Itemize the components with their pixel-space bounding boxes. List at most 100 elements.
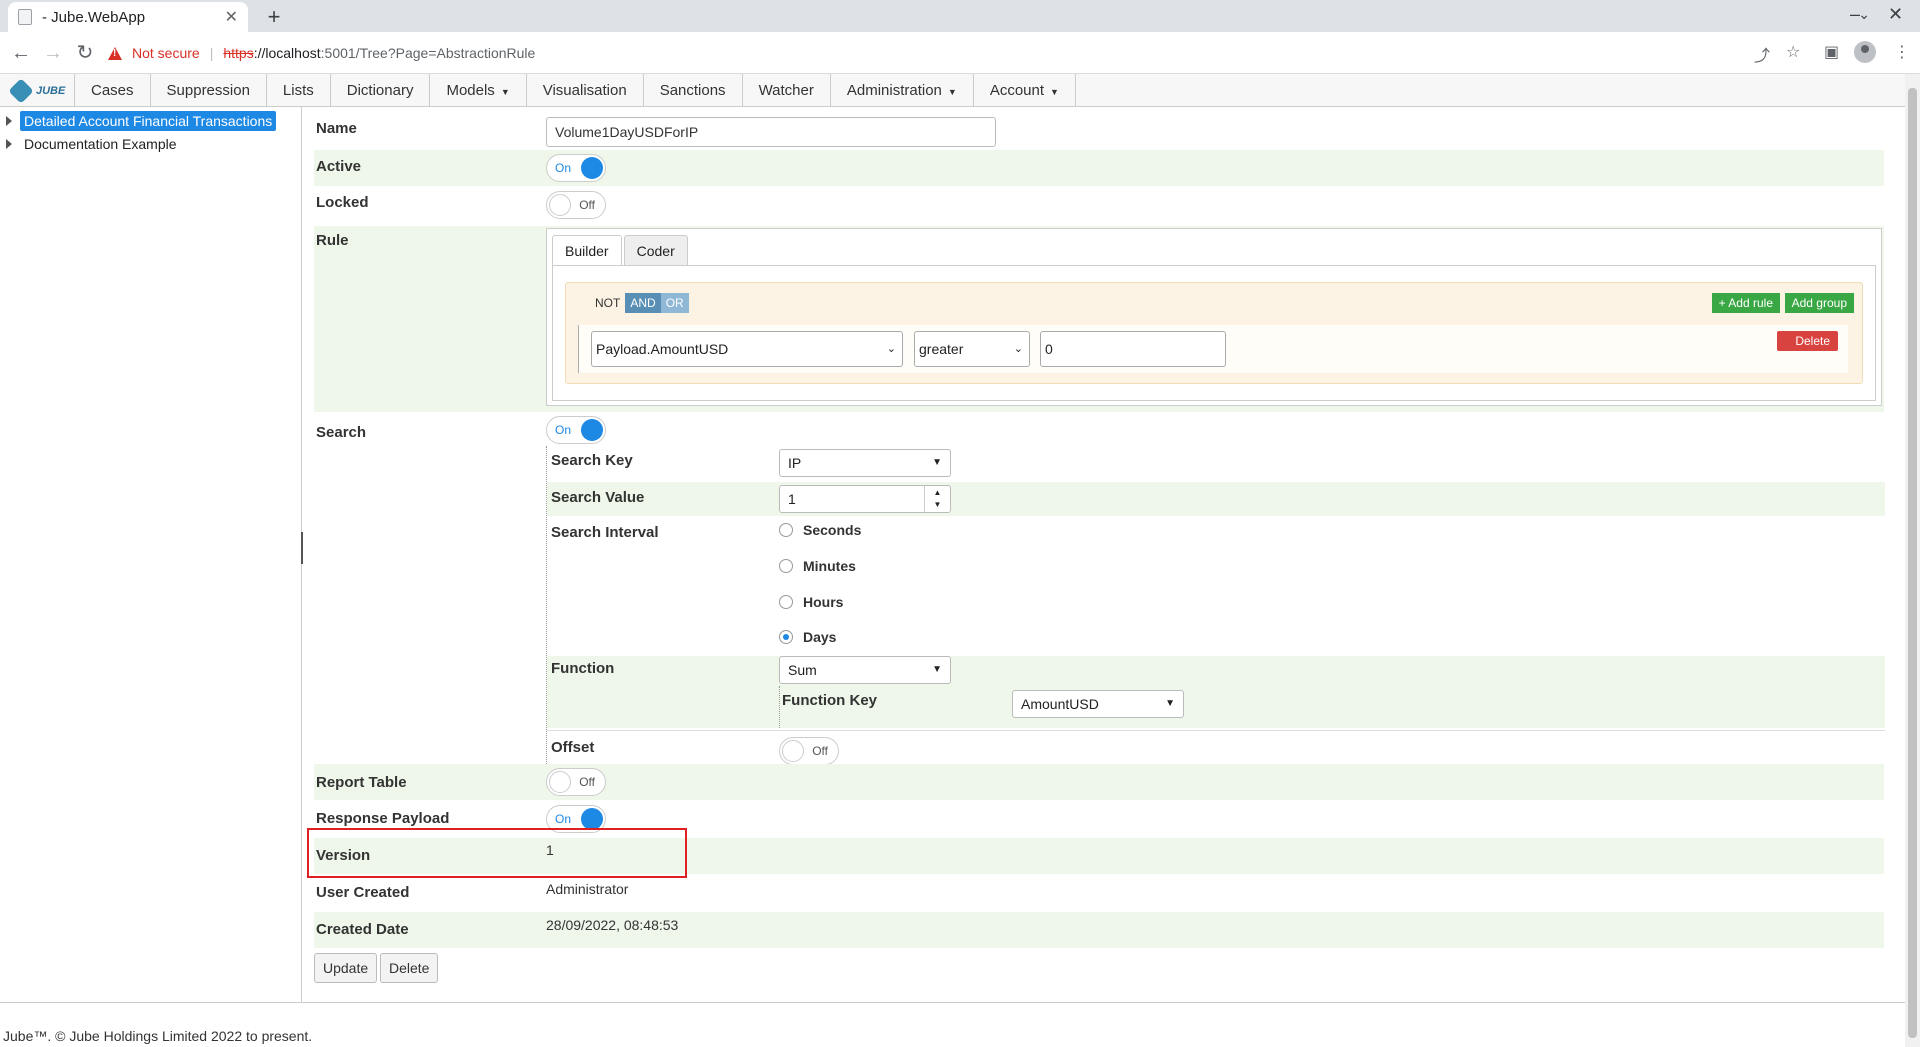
interval-minutes[interactable]: Minutes bbox=[779, 558, 856, 574]
expand-arrow-icon[interactable] bbox=[6, 139, 12, 149]
operator-select[interactable]: greater ⌄ bbox=[914, 331, 1030, 367]
radio-button[interactable] bbox=[779, 559, 793, 573]
nav-sanctions[interactable]: Sanctions bbox=[644, 74, 743, 107]
share-icon[interactable]: ⤴ bbox=[1754, 42, 1770, 66]
radio-label: Minutes bbox=[803, 558, 856, 574]
add-group-button[interactable]: Add group bbox=[1784, 293, 1854, 313]
nav-administration[interactable]: Administration ▼ bbox=[831, 74, 974, 107]
minimize-icon[interactable]: – bbox=[1850, 4, 1860, 25]
new-tab-button[interactable]: + bbox=[260, 4, 288, 30]
address-bar[interactable]: Not secure | https ://localhost :5001/Tr… bbox=[108, 37, 1808, 69]
url-host: ://localhost bbox=[253, 45, 321, 61]
radio-label: Seconds bbox=[803, 522, 862, 538]
version-highlight-box bbox=[307, 828, 687, 878]
warning-icon bbox=[108, 46, 122, 60]
search-toggle[interactable]: On bbox=[546, 416, 606, 444]
report-table-row: Report Table Off bbox=[314, 764, 1884, 800]
side-panel-icon[interactable]: ▣ bbox=[1824, 42, 1839, 62]
user-created-label: User Created bbox=[316, 884, 410, 901]
active-row: Active On bbox=[314, 150, 1884, 186]
interval-hours[interactable]: Hours bbox=[779, 594, 843, 610]
spinner-arrows-icon[interactable]: ▲ ▼ bbox=[924, 486, 950, 512]
toggle-state: Off bbox=[579, 198, 595, 212]
profile-avatar[interactable] bbox=[1854, 41, 1876, 63]
search-value-spinner[interactable]: 1 ▲ ▼ bbox=[779, 485, 951, 513]
interval-seconds[interactable]: Seconds bbox=[779, 522, 861, 538]
back-icon[interactable]: ← bbox=[8, 40, 34, 66]
search-key-label: Search Key bbox=[551, 452, 633, 469]
radio-button[interactable] bbox=[779, 630, 793, 644]
not-secure-label: Not secure bbox=[132, 45, 200, 61]
tree-item-detailed-account[interactable]: Detailed Account Financial Transactions bbox=[6, 111, 277, 131]
reload-icon[interactable]: ↻ bbox=[72, 40, 98, 66]
tree-item-label[interactable]: Documentation Example bbox=[20, 134, 181, 154]
rule-group: NOT AND OR + Add rule Add group Payload.… bbox=[565, 282, 1863, 384]
nav-visualisation[interactable]: Visualisation bbox=[527, 74, 644, 107]
close-tab-icon[interactable]: ✕ bbox=[225, 7, 238, 27]
field-select[interactable]: Payload.AmountUSD ⌄ bbox=[591, 331, 903, 367]
nav-dictionary[interactable]: Dictionary bbox=[331, 74, 431, 107]
interval-days[interactable]: Days bbox=[779, 629, 836, 645]
caret-down-icon: ▼ bbox=[947, 87, 957, 97]
tab-coder[interactable]: Coder bbox=[623, 235, 688, 265]
bookmark-star-icon[interactable]: ☆ bbox=[1786, 42, 1800, 62]
toggle-state: On bbox=[555, 423, 572, 437]
search-key-select[interactable]: IP ▼ bbox=[779, 449, 951, 477]
active-label: Active bbox=[316, 158, 362, 175]
tree-item-label[interactable]: Detailed Account Financial Transactions bbox=[20, 111, 277, 131]
expand-arrow-icon[interactable] bbox=[6, 116, 12, 126]
function-key-select[interactable]: AmountUSD ▼ bbox=[1012, 690, 1184, 718]
value-input[interactable]: 0 bbox=[1040, 331, 1226, 367]
name-input[interactable]: Volume1DayUSDForIP bbox=[546, 117, 996, 147]
and-button[interactable]: AND bbox=[625, 293, 661, 313]
menu-kebab-icon[interactable]: ⋮ bbox=[1894, 42, 1910, 62]
active-toggle[interactable]: On bbox=[546, 154, 606, 182]
vertical-scrollbar[interactable] bbox=[1905, 74, 1920, 1047]
toggle-state: Off bbox=[579, 775, 595, 789]
function-key-value: AmountUSD bbox=[1021, 696, 1099, 712]
update-button[interactable]: Update bbox=[314, 953, 378, 983]
browser-toolbar: ← → ↻ Not secure | https ://localhost :5… bbox=[0, 32, 1920, 74]
locked-toggle[interactable]: Off bbox=[546, 191, 606, 219]
radio-button[interactable] bbox=[779, 595, 793, 609]
page-icon bbox=[18, 9, 32, 25]
function-select[interactable]: Sum ▼ bbox=[779, 656, 951, 684]
jube-logo[interactable]: JUBE bbox=[0, 74, 75, 107]
app-navbar: JUBE Cases Suppression Lists Dictionary … bbox=[0, 74, 1905, 107]
forward-icon[interactable]: → bbox=[40, 40, 66, 66]
nav-suppression[interactable]: Suppression bbox=[151, 74, 267, 107]
report-table-toggle[interactable]: Off bbox=[546, 768, 606, 796]
function-value: Sum bbox=[788, 662, 817, 678]
caret-down-icon: ▼ bbox=[1165, 698, 1175, 709]
delete-button[interactable]: Delete bbox=[380, 953, 439, 983]
pane-splitter[interactable] bbox=[301, 532, 305, 564]
tree-item-documentation-example[interactable]: Documentation Example bbox=[6, 134, 181, 154]
close-window-icon[interactable]: ✕ bbox=[1888, 4, 1903, 25]
add-rule-button[interactable]: + Add rule bbox=[1711, 293, 1780, 313]
nav-models[interactable]: Models ▼ bbox=[430, 74, 527, 107]
created-date-value: 28/09/2022, 08:48:53 bbox=[546, 917, 679, 933]
tab-builder[interactable]: Builder bbox=[552, 235, 622, 265]
delete-rule-button[interactable]: Delete bbox=[1777, 331, 1838, 351]
nav-lists[interactable]: Lists bbox=[267, 74, 331, 107]
rule-condition: Payload.AmountUSD ⌄ greater ⌄ 0 Delete bbox=[578, 325, 1848, 373]
chevron-down-icon: ⌄ bbox=[886, 343, 896, 355]
radio-button[interactable] bbox=[779, 523, 793, 537]
not-button[interactable]: NOT bbox=[590, 293, 625, 313]
footer-copyright: Jube™. © Jube Holdings Limited 2022 to p… bbox=[3, 1028, 313, 1044]
locked-label: Locked bbox=[316, 194, 369, 211]
nav-account[interactable]: Account ▼ bbox=[974, 74, 1076, 107]
nav-cases[interactable]: Cases bbox=[75, 74, 151, 107]
tab-search-icon[interactable]: ⌄ bbox=[1858, 6, 1870, 23]
search-interval-row: Search Interval Seconds Minutes Hours Da… bbox=[547, 518, 1885, 648]
function-label: Function bbox=[551, 660, 615, 677]
nav-models-label: Models bbox=[446, 82, 495, 99]
response-payload-label: Response Payload bbox=[316, 810, 450, 827]
scrollbar-thumb[interactable] bbox=[1908, 88, 1917, 1038]
radio-label: Days bbox=[803, 629, 837, 645]
or-button[interactable]: OR bbox=[660, 293, 689, 313]
nav-watcher[interactable]: Watcher bbox=[743, 74, 831, 107]
browser-tab[interactable]: - Jube.WebApp ✕ bbox=[8, 2, 248, 32]
offset-toggle[interactable]: Off bbox=[779, 737, 839, 765]
url-path: :5001/Tree?Page=AbstractionRule bbox=[320, 45, 536, 61]
